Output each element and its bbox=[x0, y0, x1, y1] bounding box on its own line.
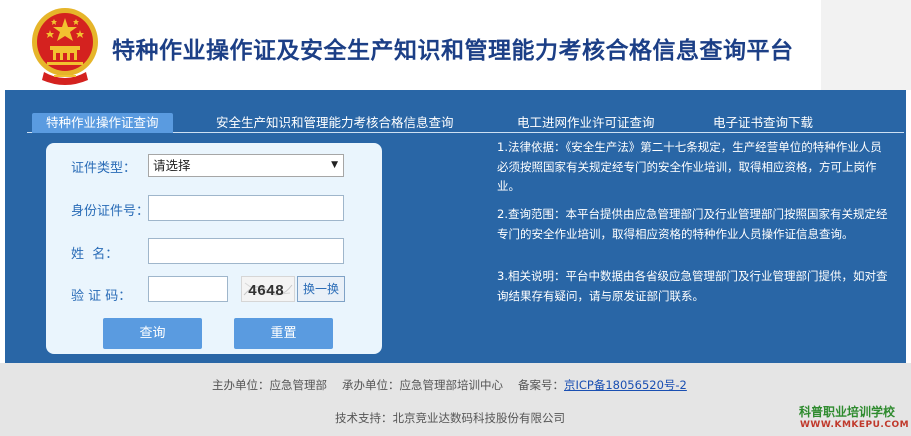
header-corner-block bbox=[821, 0, 911, 90]
cert-type-select[interactable]: 请选择 ▼ bbox=[148, 154, 344, 177]
id-number-label: 身份证件号： bbox=[71, 204, 150, 219]
tab-special-operation-cert[interactable]: 特种作业操作证查询 bbox=[32, 113, 173, 133]
footer-info-line: 主办单位：应急管理部 承办单位：应急管理部培训中心 备案号：京ICP备1805652… bbox=[212, 377, 687, 393]
site-title: 特种作业操作证及安全生产知识和管理能力考核合格信息查询平台 bbox=[112, 38, 794, 64]
national-emblem-icon bbox=[32, 8, 98, 85]
query-button[interactable]: 查询 bbox=[103, 318, 202, 349]
captcha-label: 验 证 码： bbox=[71, 289, 132, 304]
tab-electrician-permit[interactable]: 电工进网作业许可证查询 bbox=[517, 113, 655, 133]
tab-safety-knowledge-qualification[interactable]: 安全生产知识和管理能力考核合格信息查询 bbox=[216, 113, 454, 133]
footer-organizer: 承办单位：应急管理部培训中心 bbox=[342, 378, 503, 392]
captcha-text: 4648 bbox=[248, 283, 284, 300]
footer-tech-support: 技术支持：北京竞业达数码科技股份有限公司 bbox=[335, 411, 565, 425]
note-remarks: 3.相关说明：平台中数据由各省级应急管理部门及行业管理部门提供，如对查询结果存有… bbox=[497, 269, 888, 303]
site-header: 特种作业操作证及安全生产知识和管理能力考核合格信息查询平台 bbox=[0, 0, 911, 90]
note-query-scope: 2.查询范围：本平台提供由应急管理部门及行业管理部门按照国家有关规定经专门的安全… bbox=[497, 207, 888, 241]
name-label: 姓 名： bbox=[71, 247, 119, 262]
note-legal-basis: 1.法律依据：《安全生产法》第二十七条规定，生产经营单位的特种作业人员必须按照国… bbox=[497, 140, 882, 193]
captcha-input[interactable] bbox=[148, 276, 228, 302]
footer-sponsor: 主办单位：应急管理部 bbox=[212, 378, 327, 392]
captcha-image: 4648 bbox=[241, 276, 295, 302]
icp-link[interactable]: 京ICP备18056520号-2 bbox=[564, 378, 687, 392]
id-number-input[interactable] bbox=[148, 195, 344, 221]
watermark-school-name: 科普职业培训学校 bbox=[799, 405, 896, 419]
watermark-url: WWW.KMKEPU.COM bbox=[800, 420, 910, 430]
footer-icp-label: 备案号： bbox=[518, 378, 564, 392]
dropdown-arrow-icon: ▼ bbox=[331, 160, 338, 170]
reset-button[interactable]: 重置 bbox=[234, 318, 333, 349]
tab-e-certificate-download[interactable]: 电子证书查询下载 bbox=[713, 113, 813, 133]
cert-type-label: 证件类型： bbox=[71, 161, 137, 176]
cert-type-selected-value: 请选择 bbox=[153, 158, 191, 173]
refresh-captcha-button[interactable]: 换一换 bbox=[297, 276, 345, 302]
name-input[interactable] bbox=[148, 238, 344, 264]
